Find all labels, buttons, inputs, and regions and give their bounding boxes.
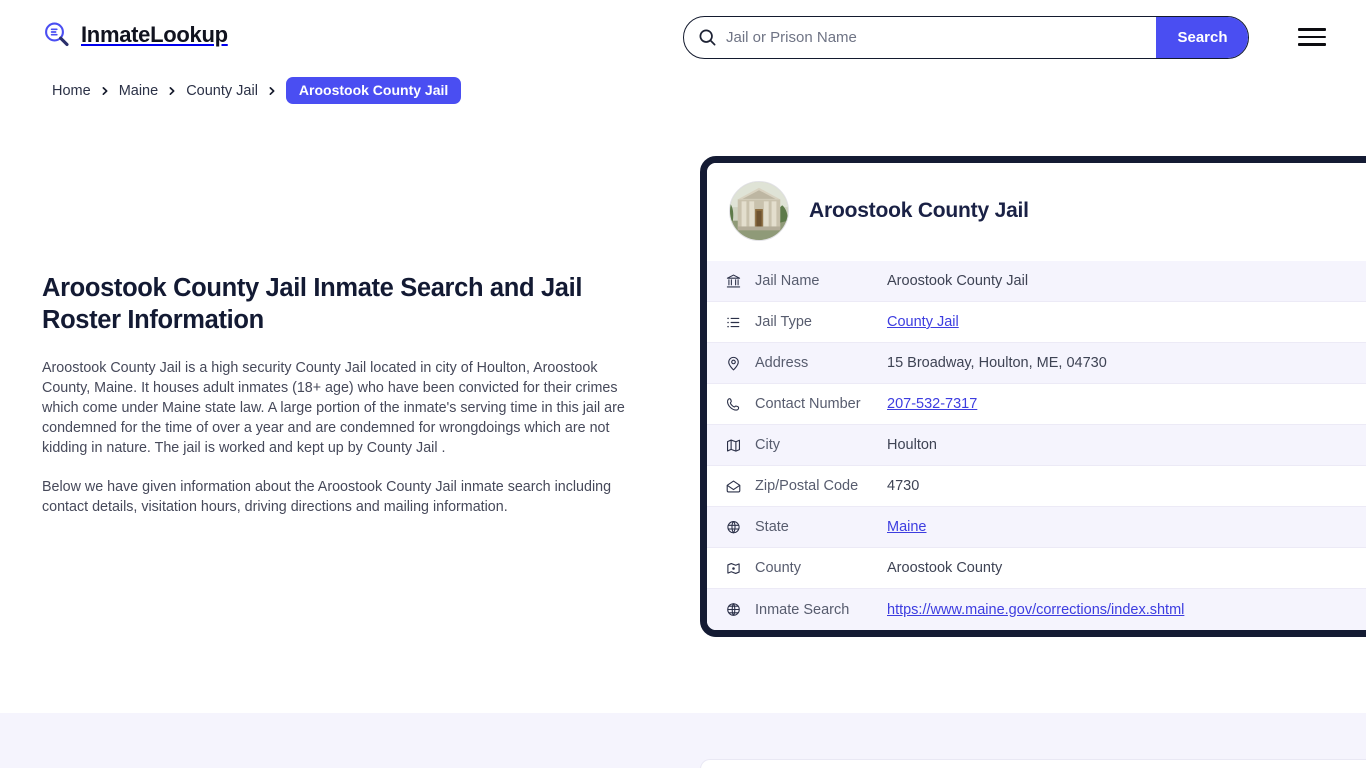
search-input[interactable] — [722, 17, 1156, 58]
chevron-right-icon — [100, 86, 110, 96]
globe-icon — [725, 601, 755, 618]
search-icon — [684, 17, 722, 58]
jail-card-header: Aroostook County Jail — [707, 163, 1366, 261]
table-row: Contact Number 207-532-7317 — [707, 384, 1366, 425]
courthouse-photo — [729, 181, 789, 241]
table-row: Inmate Search https://www.maine.gov/corr… — [707, 589, 1366, 630]
table-row: City Houlton — [707, 425, 1366, 466]
globe-pin-icon — [725, 519, 755, 536]
row-label: County — [755, 560, 801, 576]
jail-type-link[interactable]: County Jail — [887, 314, 959, 330]
page-title: Aroostook County Jail Inmate Search and … — [42, 274, 583, 335]
jail-details-table: Jail Name Aroostook County Jail Jail Typ… — [707, 261, 1366, 630]
row-value: Aroostook County — [887, 560, 1003, 576]
search-bar[interactable]: Search — [683, 16, 1249, 59]
row-label: Zip/Postal Code — [755, 478, 859, 494]
row-label: Jail Name — [755, 273, 820, 289]
map-icon — [725, 437, 755, 454]
row-value: 207-532-7317 — [887, 396, 977, 412]
row-value: 15 Broadway, Houlton, ME, 04730 — [887, 355, 1107, 371]
row-value: 4730 — [887, 478, 920, 494]
row-value: https://www.maine.gov/corrections/index.… — [887, 602, 1184, 618]
list-icon — [725, 314, 755, 331]
row-label: Jail Type — [755, 314, 812, 330]
chevron-right-icon — [167, 86, 177, 96]
brand-name: InmateLookup — [81, 22, 228, 47]
breadcrumb-item-home[interactable]: Home — [52, 83, 91, 99]
lower-section-card — [700, 759, 1366, 768]
row-label: State — [755, 519, 789, 535]
table-row: State Maine — [707, 507, 1366, 548]
magnifier-badge-icon — [42, 20, 72, 50]
table-row: Jail Name Aroostook County Jail — [707, 261, 1366, 302]
row-value: Maine — [887, 519, 927, 535]
jail-info-card: Aroostook County Jail Jail Name Aroostoo… — [700, 156, 1366, 637]
table-row: County Aroostook County — [707, 548, 1366, 589]
intro-paragraph-1: Aroostook County Jail is a high security… — [42, 359, 625, 456]
intro-paragraph-2: Below we have given information about th… — [42, 478, 612, 515]
state-link[interactable]: Maine — [887, 519, 927, 535]
brand-logo-link[interactable]: InmateLookup — [42, 20, 228, 50]
page-root: InmateLookup Search Home Maine — [0, 0, 1366, 768]
site-header: InmateLookup Search — [0, 0, 1366, 72]
map-pin-icon — [725, 355, 755, 372]
contact-number-link[interactable]: 207-532-7317 — [887, 396, 977, 412]
phone-icon — [725, 396, 755, 413]
table-row: Address 15 Broadway, Houlton, ME, 04730 — [707, 343, 1366, 384]
hamburger-menu-icon[interactable] — [1298, 28, 1326, 46]
row-label: City — [755, 437, 780, 453]
breadcrumb-item-maine[interactable]: Maine — [119, 83, 159, 99]
county-map-icon — [725, 560, 755, 577]
jail-card-title: Aroostook County Jail — [809, 199, 1029, 222]
breadcrumb-item-county-jail[interactable]: County Jail — [186, 83, 258, 99]
table-row: Zip/Postal Code 4730 — [707, 466, 1366, 507]
search-button[interactable]: Search — [1156, 17, 1248, 58]
chevron-right-icon — [267, 86, 277, 96]
envelope-open-icon — [725, 478, 755, 495]
row-value: Houlton — [887, 437, 937, 453]
row-value: County Jail — [887, 314, 959, 330]
breadcrumb: Home Maine County Jail Aroostook County … — [52, 77, 462, 104]
intro-column: Aroostook County Jail Inmate Search and … — [42, 272, 634, 536]
table-row: Jail Type County Jail — [707, 302, 1366, 343]
row-value: Aroostook County Jail — [887, 273, 1029, 289]
row-label: Address — [755, 355, 809, 371]
bank-building-icon — [725, 273, 755, 290]
row-label: Contact Number — [755, 396, 861, 412]
row-label: Inmate Search — [755, 601, 850, 618]
breadcrumb-item-current: Aroostook County Jail — [285, 77, 462, 104]
inmate-search-link[interactable]: https://www.maine.gov/corrections/index.… — [887, 602, 1184, 618]
